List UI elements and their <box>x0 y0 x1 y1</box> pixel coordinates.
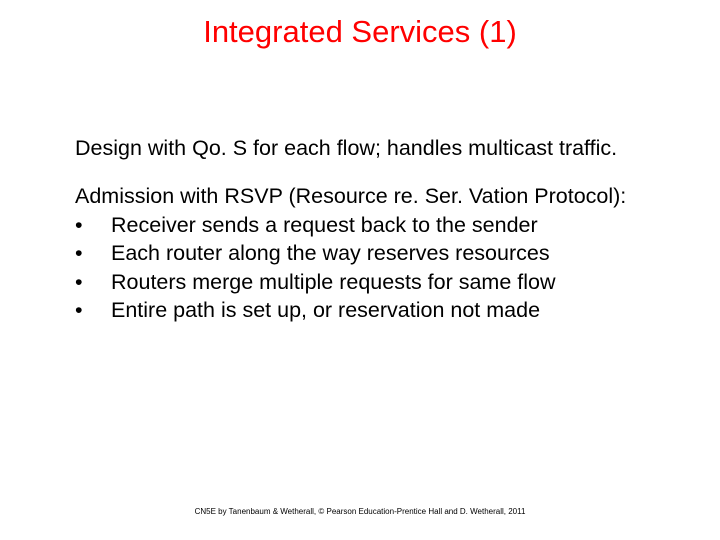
slide-title: Integrated Services (1) <box>0 14 720 50</box>
rsvp-section: Admission with RSVP (Resource re. Ser. V… <box>75 182 650 324</box>
bullet-item: • Receiver sends a request back to the s… <box>75 211 650 239</box>
bullet-symbol: • <box>75 268 111 296</box>
bullet-symbol: • <box>75 296 111 324</box>
intro-paragraph: Design with Qo. S for each flow; handles… <box>75 134 650 162</box>
bullet-text: Receiver sends a request back to the sen… <box>111 211 650 239</box>
bullet-text: Each router along the way reserves resou… <box>111 239 650 267</box>
bullet-item: • Each router along the way reserves res… <box>75 239 650 267</box>
bullet-symbol: • <box>75 211 111 239</box>
slide-footer: CN5E by Tanenbaum & Wetherall, © Pearson… <box>0 507 720 516</box>
bullet-text: Routers merge multiple requests for same… <box>111 268 650 296</box>
bullet-symbol: • <box>75 239 111 267</box>
bullet-item: • Routers merge multiple requests for sa… <box>75 268 650 296</box>
slide: Integrated Services (1) Design with Qo. … <box>0 0 720 540</box>
bullet-item: • Entire path is set up, or reservation … <box>75 296 650 324</box>
bullet-text: Entire path is set up, or reservation no… <box>111 296 650 324</box>
rsvp-intro: Admission with RSVP (Resource re. Ser. V… <box>75 182 650 210</box>
slide-body: Design with Qo. S for each flow; handles… <box>75 134 650 324</box>
